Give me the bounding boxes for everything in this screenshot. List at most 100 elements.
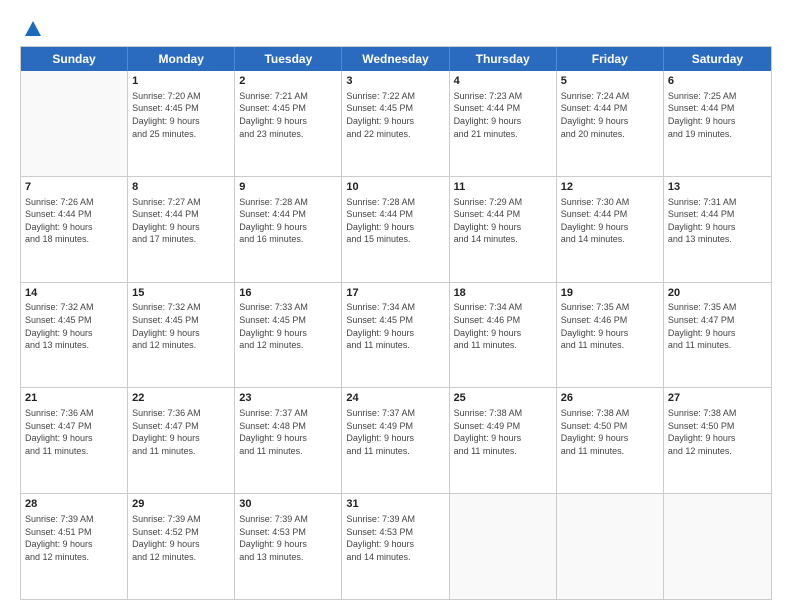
cell-info: Sunrise: 7:26 AM Sunset: 4:44 PM Dayligh… <box>25 196 123 246</box>
calendar-cell-3-0: 21Sunrise: 7:36 AM Sunset: 4:47 PM Dayli… <box>21 388 128 493</box>
cell-info: Sunrise: 7:38 AM Sunset: 4:50 PM Dayligh… <box>561 407 659 457</box>
calendar-cell-2-5: 19Sunrise: 7:35 AM Sunset: 4:46 PM Dayli… <box>557 283 664 388</box>
cell-info: Sunrise: 7:30 AM Sunset: 4:44 PM Dayligh… <box>561 196 659 246</box>
day-number: 4 <box>454 74 552 89</box>
day-number: 24 <box>346 391 444 406</box>
day-number: 2 <box>239 74 337 89</box>
day-number: 18 <box>454 286 552 301</box>
cell-info: Sunrise: 7:23 AM Sunset: 4:44 PM Dayligh… <box>454 90 552 140</box>
day-number: 23 <box>239 391 337 406</box>
header <box>20 18 772 36</box>
calendar-cell-1-1: 8Sunrise: 7:27 AM Sunset: 4:44 PM Daylig… <box>128 177 235 282</box>
day-number: 3 <box>346 74 444 89</box>
cell-info: Sunrise: 7:39 AM Sunset: 4:53 PM Dayligh… <box>239 513 337 563</box>
calendar-cell-0-5: 5Sunrise: 7:24 AM Sunset: 4:44 PM Daylig… <box>557 71 664 176</box>
calendar-cell-3-1: 22Sunrise: 7:36 AM Sunset: 4:47 PM Dayli… <box>128 388 235 493</box>
calendar-cell-0-1: 1Sunrise: 7:20 AM Sunset: 4:45 PM Daylig… <box>128 71 235 176</box>
calendar-cell-1-4: 11Sunrise: 7:29 AM Sunset: 4:44 PM Dayli… <box>450 177 557 282</box>
calendar-row-0: 1Sunrise: 7:20 AM Sunset: 4:45 PM Daylig… <box>21 71 771 177</box>
calendar-cell-3-6: 27Sunrise: 7:38 AM Sunset: 4:50 PM Dayli… <box>664 388 771 493</box>
calendar-body: 1Sunrise: 7:20 AM Sunset: 4:45 PM Daylig… <box>21 71 771 599</box>
cell-info: Sunrise: 7:36 AM Sunset: 4:47 PM Dayligh… <box>25 407 123 457</box>
cell-info: Sunrise: 7:20 AM Sunset: 4:45 PM Dayligh… <box>132 90 230 140</box>
calendar-cell-2-6: 20Sunrise: 7:35 AM Sunset: 4:47 PM Dayli… <box>664 283 771 388</box>
cell-info: Sunrise: 7:37 AM Sunset: 4:49 PM Dayligh… <box>346 407 444 457</box>
weekday-header-wednesday: Wednesday <box>342 47 449 71</box>
calendar-cell-3-5: 26Sunrise: 7:38 AM Sunset: 4:50 PM Dayli… <box>557 388 664 493</box>
day-number: 27 <box>668 391 767 406</box>
cell-info: Sunrise: 7:32 AM Sunset: 4:45 PM Dayligh… <box>25 301 123 351</box>
day-number: 30 <box>239 497 337 512</box>
calendar-cell-4-5 <box>557 494 664 599</box>
day-number: 7 <box>25 180 123 195</box>
day-number: 13 <box>668 180 767 195</box>
calendar-row-3: 21Sunrise: 7:36 AM Sunset: 4:47 PM Dayli… <box>21 388 771 494</box>
calendar-cell-1-3: 10Sunrise: 7:28 AM Sunset: 4:44 PM Dayli… <box>342 177 449 282</box>
day-number: 21 <box>25 391 123 406</box>
calendar-cell-4-2: 30Sunrise: 7:39 AM Sunset: 4:53 PM Dayli… <box>235 494 342 599</box>
cell-info: Sunrise: 7:22 AM Sunset: 4:45 PM Dayligh… <box>346 90 444 140</box>
cell-info: Sunrise: 7:28 AM Sunset: 4:44 PM Dayligh… <box>239 196 337 246</box>
calendar-cell-2-2: 16Sunrise: 7:33 AM Sunset: 4:45 PM Dayli… <box>235 283 342 388</box>
calendar-cell-2-4: 18Sunrise: 7:34 AM Sunset: 4:46 PM Dayli… <box>450 283 557 388</box>
cell-info: Sunrise: 7:34 AM Sunset: 4:45 PM Dayligh… <box>346 301 444 351</box>
cell-info: Sunrise: 7:38 AM Sunset: 4:50 PM Dayligh… <box>668 407 767 457</box>
calendar-cell-2-1: 15Sunrise: 7:32 AM Sunset: 4:45 PM Dayli… <box>128 283 235 388</box>
cell-info: Sunrise: 7:21 AM Sunset: 4:45 PM Dayligh… <box>239 90 337 140</box>
cell-info: Sunrise: 7:35 AM Sunset: 4:46 PM Dayligh… <box>561 301 659 351</box>
day-number: 31 <box>346 497 444 512</box>
cell-info: Sunrise: 7:29 AM Sunset: 4:44 PM Dayligh… <box>454 196 552 246</box>
day-number: 16 <box>239 286 337 301</box>
calendar-cell-1-5: 12Sunrise: 7:30 AM Sunset: 4:44 PM Dayli… <box>557 177 664 282</box>
calendar-cell-1-6: 13Sunrise: 7:31 AM Sunset: 4:44 PM Dayli… <box>664 177 771 282</box>
cell-info: Sunrise: 7:28 AM Sunset: 4:44 PM Dayligh… <box>346 196 444 246</box>
calendar-cell-4-6 <box>664 494 771 599</box>
day-number: 5 <box>561 74 659 89</box>
day-number: 10 <box>346 180 444 195</box>
calendar-cell-3-3: 24Sunrise: 7:37 AM Sunset: 4:49 PM Dayli… <box>342 388 449 493</box>
logo-icon <box>22 18 44 40</box>
day-number: 12 <box>561 180 659 195</box>
weekday-header-friday: Friday <box>557 47 664 71</box>
cell-info: Sunrise: 7:39 AM Sunset: 4:52 PM Dayligh… <box>132 513 230 563</box>
cell-info: Sunrise: 7:24 AM Sunset: 4:44 PM Dayligh… <box>561 90 659 140</box>
calendar-cell-0-0 <box>21 71 128 176</box>
calendar-cell-0-4: 4Sunrise: 7:23 AM Sunset: 4:44 PM Daylig… <box>450 71 557 176</box>
cell-info: Sunrise: 7:38 AM Sunset: 4:49 PM Dayligh… <box>454 407 552 457</box>
day-number: 19 <box>561 286 659 301</box>
calendar-cell-1-2: 9Sunrise: 7:28 AM Sunset: 4:44 PM Daylig… <box>235 177 342 282</box>
calendar-cell-2-3: 17Sunrise: 7:34 AM Sunset: 4:45 PM Dayli… <box>342 283 449 388</box>
cell-info: Sunrise: 7:39 AM Sunset: 4:51 PM Dayligh… <box>25 513 123 563</box>
calendar-row-2: 14Sunrise: 7:32 AM Sunset: 4:45 PM Dayli… <box>21 283 771 389</box>
cell-info: Sunrise: 7:37 AM Sunset: 4:48 PM Dayligh… <box>239 407 337 457</box>
logo <box>20 18 44 36</box>
cell-info: Sunrise: 7:31 AM Sunset: 4:44 PM Dayligh… <box>668 196 767 246</box>
calendar-cell-4-3: 31Sunrise: 7:39 AM Sunset: 4:53 PM Dayli… <box>342 494 449 599</box>
cell-info: Sunrise: 7:33 AM Sunset: 4:45 PM Dayligh… <box>239 301 337 351</box>
calendar-cell-4-0: 28Sunrise: 7:39 AM Sunset: 4:51 PM Dayli… <box>21 494 128 599</box>
calendar-cell-0-3: 3Sunrise: 7:22 AM Sunset: 4:45 PM Daylig… <box>342 71 449 176</box>
cell-info: Sunrise: 7:25 AM Sunset: 4:44 PM Dayligh… <box>668 90 767 140</box>
calendar-row-1: 7Sunrise: 7:26 AM Sunset: 4:44 PM Daylig… <box>21 177 771 283</box>
page: SundayMondayTuesdayWednesdayThursdayFrid… <box>0 0 792 612</box>
calendar-cell-1-0: 7Sunrise: 7:26 AM Sunset: 4:44 PM Daylig… <box>21 177 128 282</box>
day-number: 26 <box>561 391 659 406</box>
day-number: 29 <box>132 497 230 512</box>
day-number: 9 <box>239 180 337 195</box>
calendar-cell-3-4: 25Sunrise: 7:38 AM Sunset: 4:49 PM Dayli… <box>450 388 557 493</box>
day-number: 22 <box>132 391 230 406</box>
day-number: 6 <box>668 74 767 89</box>
weekday-header-monday: Monday <box>128 47 235 71</box>
calendar-cell-0-2: 2Sunrise: 7:21 AM Sunset: 4:45 PM Daylig… <box>235 71 342 176</box>
cell-info: Sunrise: 7:39 AM Sunset: 4:53 PM Dayligh… <box>346 513 444 563</box>
day-number: 8 <box>132 180 230 195</box>
day-number: 28 <box>25 497 123 512</box>
calendar-cell-4-1: 29Sunrise: 7:39 AM Sunset: 4:52 PM Dayli… <box>128 494 235 599</box>
cell-info: Sunrise: 7:35 AM Sunset: 4:47 PM Dayligh… <box>668 301 767 351</box>
calendar-row-4: 28Sunrise: 7:39 AM Sunset: 4:51 PM Dayli… <box>21 494 771 599</box>
calendar-header: SundayMondayTuesdayWednesdayThursdayFrid… <box>21 47 771 71</box>
calendar-cell-3-2: 23Sunrise: 7:37 AM Sunset: 4:48 PM Dayli… <box>235 388 342 493</box>
calendar-cell-2-0: 14Sunrise: 7:32 AM Sunset: 4:45 PM Dayli… <box>21 283 128 388</box>
day-number: 1 <box>132 74 230 89</box>
cell-info: Sunrise: 7:34 AM Sunset: 4:46 PM Dayligh… <box>454 301 552 351</box>
